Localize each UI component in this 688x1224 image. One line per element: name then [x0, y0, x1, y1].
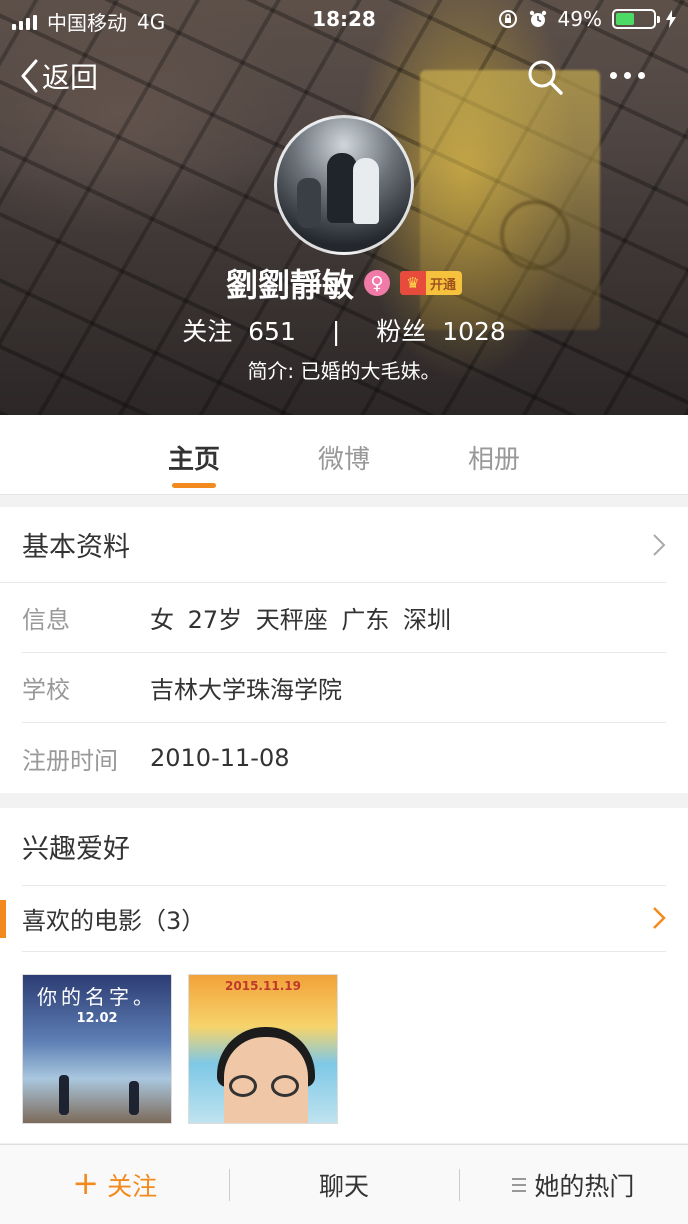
back-label: 返回: [42, 61, 99, 94]
avatar[interactable]: [274, 115, 414, 255]
poster-title: 你的名字。: [37, 985, 157, 1009]
movie-posters: 你的名字。 12.02 2015.11.19: [0, 952, 688, 1124]
charging-icon: [666, 10, 676, 28]
female-icon: ♀: [364, 270, 390, 296]
poster-date: 2015.11.19: [225, 979, 301, 993]
vip-label: 开通: [430, 277, 457, 293]
chat-label: 聊天: [318, 1171, 369, 1201]
chevron-left-icon: [21, 59, 38, 93]
rotation-lock-icon: [498, 10, 517, 28]
followers-count: 1028: [442, 317, 506, 346]
registered-label: 注册时间: [22, 746, 118, 775]
nav-bar: 返回: [0, 50, 688, 106]
school-value: 吉林大学珠海学院: [150, 676, 342, 704]
plus-icon: +: [72, 1163, 100, 1202]
section-accent-bar: [0, 900, 6, 938]
chevron-right-icon: [653, 907, 666, 929]
followers-label: 粉丝: [376, 317, 427, 346]
follow-button[interactable]: + 关注: [0, 1167, 229, 1203]
info-row-registered: 注册时间 2010-11-08: [22, 723, 666, 793]
bottom-action-bar: + 关注 聊天 她的热门: [0, 1144, 688, 1224]
profile-intro: 简介: 已婚的大毛妹。: [247, 359, 441, 383]
poster-date: 12.02: [76, 1011, 118, 1026]
search-icon[interactable]: [526, 58, 564, 96]
following-stat[interactable]: 关注 651: [178, 317, 308, 346]
following-count: 651: [248, 317, 296, 346]
tab-album[interactable]: 相册: [419, 415, 569, 494]
favorite-movies-label: 喜欢的电影（3）: [22, 907, 206, 935]
info-value: 女 27岁 天秤座 广东 深圳: [150, 606, 452, 634]
stats-separator: |: [331, 317, 341, 346]
profile-stats: 关注 651 | 粉丝 1028: [0, 312, 688, 348]
status-bar: 中国移动 4G 18:28 49%: [0, 0, 688, 40]
profile-tabs: 主页 微博 相册: [0, 415, 688, 495]
chat-button[interactable]: 聊天: [229, 1167, 458, 1203]
following-label: 关注: [182, 317, 233, 346]
school-label: 学校: [22, 676, 70, 704]
tab-weibo[interactable]: 微博: [269, 415, 419, 494]
movie-poster[interactable]: 2015.11.19: [188, 974, 338, 1124]
favorite-movies-row[interactable]: 喜欢的电影（3）: [0, 886, 666, 952]
basic-info-card: 基本资料 信息 女 27岁 天秤座 广东 深圳 学校 吉林大学珠海学院 注册时间…: [0, 507, 688, 793]
registered-value: 2010-11-08: [150, 744, 290, 772]
info-row-info: 信息 女 27岁 天秤座 广东 深圳: [22, 583, 666, 653]
hot-posts-button[interactable]: 她的热门: [458, 1167, 688, 1203]
movie-poster[interactable]: 你的名字。 12.02: [22, 974, 172, 1124]
vip-badge[interactable]: ♛ 开通: [400, 271, 463, 295]
battery-icon: [612, 9, 660, 29]
info-row-school: 学校 吉林大学珠海学院: [22, 653, 666, 723]
chevron-right-icon: [653, 534, 666, 556]
followers-stat[interactable]: 粉丝 1028: [372, 317, 510, 346]
profile-name-row: 劉劉靜敏 ♀ ♛ 开通: [0, 260, 688, 306]
battery-percent: 49%: [557, 7, 602, 31]
back-button[interactable]: 返回: [20, 56, 98, 96]
alarm-icon: [529, 10, 546, 27]
profile-name: 劉劉靜敏: [225, 266, 354, 304]
basic-info-title: 基本资料: [22, 532, 130, 563]
basic-info-header[interactable]: 基本资料: [0, 507, 666, 583]
follow-label: 关注: [107, 1171, 158, 1201]
info-label: 信息: [22, 606, 70, 634]
list-icon: [512, 1177, 527, 1192]
crown-icon: ♛: [400, 271, 426, 295]
tab-home[interactable]: 主页: [119, 415, 269, 494]
hot-posts-label: 她的热门: [534, 1171, 635, 1201]
interests-title: 兴趣爱好: [22, 808, 666, 886]
more-icon[interactable]: [610, 72, 645, 79]
interests-card: 兴趣爱好 喜欢的电影（3） 你的名字。 12.02 2015.11.19: [0, 808, 688, 1143]
